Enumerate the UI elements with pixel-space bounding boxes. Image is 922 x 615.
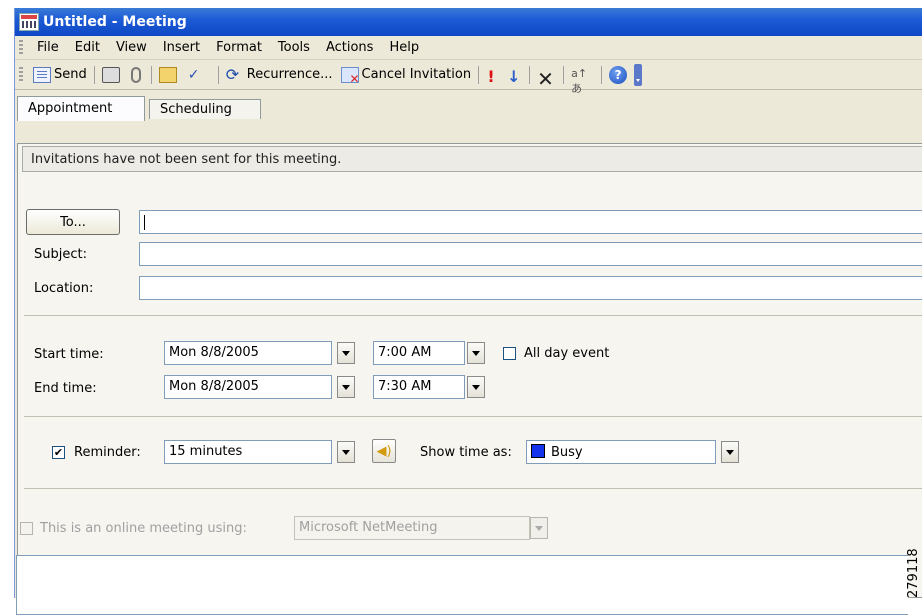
exclamation-icon: ! xyxy=(487,66,495,86)
meeting-window: Untitled - Meeting File Edit View Insert… xyxy=(14,8,922,598)
start-date-input[interactable]: Mon 8/8/2005 xyxy=(164,341,332,365)
help-button[interactable]: ? xyxy=(605,63,631,87)
busy-color-swatch xyxy=(531,444,545,458)
start-time-dropdown-icon[interactable] xyxy=(467,342,485,364)
tab-scheduling[interactable]: Scheduling xyxy=(149,99,261,119)
check-names-icon: ✓ xyxy=(187,66,200,83)
show-time-as-dropdown-icon[interactable] xyxy=(721,441,739,463)
show-time-as-label: Show time as: xyxy=(420,445,512,460)
info-bar: Invitations have not been sent for this … xyxy=(22,146,922,172)
show-time-as-select[interactable]: Busy xyxy=(526,440,716,464)
location-input[interactable] xyxy=(139,276,922,300)
translate-button[interactable]: a↑あ xyxy=(567,63,598,95)
end-date-input[interactable]: Mon 8/8/2005 xyxy=(164,375,332,399)
tab-appointment[interactable]: Appointment xyxy=(17,96,145,121)
end-time-input[interactable]: 7:30 AM xyxy=(373,375,465,399)
all-day-checkbox[interactable] xyxy=(503,347,516,360)
tab-strip: Appointment Scheduling xyxy=(15,90,922,121)
delete-x-icon: ✕ xyxy=(537,66,554,91)
text-cursor xyxy=(144,215,145,230)
toolbar-separator xyxy=(601,65,603,84)
start-date-dropdown-icon[interactable] xyxy=(337,342,355,364)
paperclip-icon xyxy=(130,66,141,83)
subject-label: Subject: xyxy=(34,247,87,262)
figure-id-watermark: 279118 xyxy=(906,548,921,598)
online-meeting-checkbox[interactable] xyxy=(20,522,33,535)
toolbar-separator xyxy=(150,65,152,84)
cancel-invitation-label: Cancel Invitation xyxy=(361,67,472,82)
reminder-sound-icon[interactable]: ◀) xyxy=(372,439,396,463)
reminder-checkbox[interactable]: ✔ xyxy=(52,446,65,459)
location-label: Location: xyxy=(34,281,94,296)
end-time-label: End time: xyxy=(34,381,97,396)
help-icon: ? xyxy=(609,65,628,84)
printer-icon xyxy=(101,66,120,83)
show-time-as-value: Busy xyxy=(551,445,583,460)
send-label: Send xyxy=(54,67,87,82)
subject-input[interactable] xyxy=(139,242,922,266)
importance-high-button[interactable]: ! xyxy=(482,63,503,87)
toolbar-grip[interactable] xyxy=(19,66,23,83)
reminder-label: Reminder: xyxy=(74,445,141,460)
toolbar-separator xyxy=(93,65,95,84)
check-names-button[interactable]: ✓ xyxy=(184,63,215,87)
send-icon xyxy=(33,66,51,83)
window-title: Untitled - Meeting xyxy=(43,14,187,30)
toolbar-separator xyxy=(478,65,480,84)
calendar-icon xyxy=(19,13,39,31)
end-date-dropdown-icon[interactable] xyxy=(337,376,355,398)
cancel-invitation-icon xyxy=(340,66,360,86)
address-book-icon xyxy=(158,66,177,83)
notes-area[interactable] xyxy=(16,555,908,615)
standard-toolbar: Send ✓ ⟳ Recurrence... Cancel Invitation… xyxy=(15,60,922,95)
to-button-label: To... xyxy=(60,214,86,230)
menu-tools[interactable]: Tools xyxy=(270,40,318,55)
start-time-label: Start time: xyxy=(34,347,104,362)
menu-bar: File Edit View Insert Format Tools Actio… xyxy=(15,36,922,60)
menu-edit[interactable]: Edit xyxy=(67,40,108,55)
toolbar-separator xyxy=(563,65,565,84)
menu-file[interactable]: File xyxy=(29,40,67,55)
start-time-input[interactable]: 7:00 AM xyxy=(373,341,465,365)
online-meeting-select[interactable]: Microsoft NetMeeting xyxy=(294,516,530,540)
delete-button[interactable]: ✕ xyxy=(533,63,560,91)
all-day-label: All day event xyxy=(524,346,610,361)
send-button[interactable]: Send xyxy=(29,63,91,87)
divider xyxy=(24,315,922,316)
end-time-dropdown-icon[interactable] xyxy=(467,376,485,398)
cancel-invitation-button[interactable]: Cancel Invitation xyxy=(337,63,476,87)
reminder-dropdown-icon[interactable] xyxy=(337,441,355,463)
toolbar-separator xyxy=(529,65,531,84)
divider xyxy=(24,488,922,489)
toolbar-separator xyxy=(217,65,219,84)
down-arrow-icon: ↓ xyxy=(507,66,521,86)
recurrence-icon: ⟳ xyxy=(225,64,240,84)
menu-format[interactable]: Format xyxy=(208,40,270,55)
attach-button[interactable] xyxy=(127,63,148,87)
menu-view[interactable]: View xyxy=(108,40,155,55)
print-button[interactable] xyxy=(98,63,127,87)
address-book-button[interactable] xyxy=(155,63,184,87)
importance-low-button[interactable]: ↓ xyxy=(503,63,526,87)
recurrence-button[interactable]: ⟳ Recurrence... xyxy=(222,63,337,87)
translate-icon: a↑あ xyxy=(571,66,588,95)
appointment-panel: Invitations have not been sent for this … xyxy=(17,143,922,598)
title-bar[interactable]: Untitled - Meeting xyxy=(15,8,922,36)
to-input[interactable] xyxy=(139,210,922,234)
recurrence-label: Recurrence... xyxy=(246,67,333,82)
online-meeting-dropdown-icon[interactable] xyxy=(530,517,548,539)
menu-help[interactable]: Help xyxy=(381,40,427,55)
to-button[interactable]: To... xyxy=(26,209,120,235)
divider xyxy=(24,416,922,417)
toolbar-options-chevron-icon[interactable] xyxy=(634,63,643,86)
reminder-select[interactable]: 15 minutes xyxy=(164,440,332,464)
menu-insert[interactable]: Insert xyxy=(155,40,208,55)
online-meeting-label: This is an online meeting using: xyxy=(40,521,247,536)
menu-actions[interactable]: Actions xyxy=(318,40,382,55)
menubar-grip[interactable] xyxy=(19,39,23,56)
